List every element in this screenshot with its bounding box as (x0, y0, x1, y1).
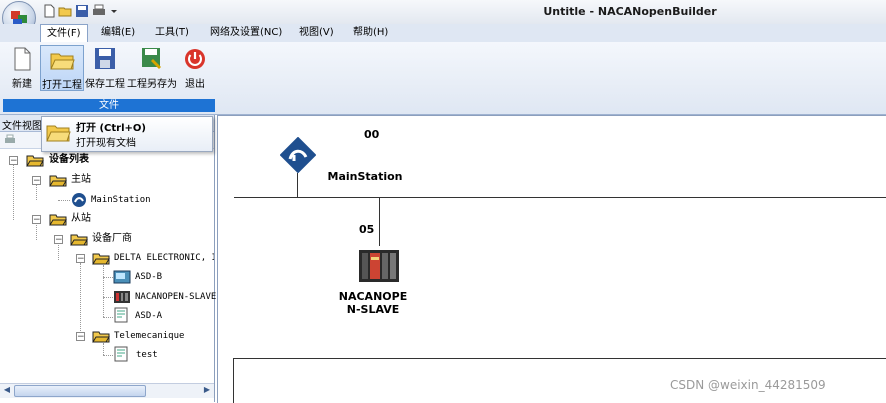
plc-module-icon (114, 291, 130, 303)
tree-item-test[interactable]: test (136, 346, 158, 364)
tab-file[interactable]: 文件(F) (40, 24, 88, 42)
open-folder-icon (50, 53, 75, 70)
open-folder-icon (92, 253, 110, 265)
scroll-left-icon[interactable]: ◀ (1, 384, 13, 396)
tree-expander[interactable]: − (32, 215, 41, 225)
tree-guide (103, 317, 113, 318)
dropdown-arrow-icon[interactable] (110, 4, 118, 18)
tree-guide (58, 200, 70, 201)
open-folder-icon (49, 175, 67, 187)
canopen-master-icon (72, 193, 86, 207)
master-station-label: MainStation (327, 170, 403, 183)
plc-module-icon[interactable] (358, 249, 400, 283)
save-icon[interactable] (75, 4, 89, 18)
open-folder-icon (49, 214, 67, 226)
tab-tools[interactable]: 工具(T) (149, 24, 195, 41)
tree-item-nacanopen-slave[interactable]: NACANOPEN-SLAVE (135, 288, 216, 306)
slave-label-line1: NACANOPE (338, 290, 408, 303)
slave-node-number: 05 (359, 223, 375, 236)
open-folder-icon (70, 234, 88, 246)
tree-item-vendor-telemecanique[interactable]: Telemecanique (114, 327, 184, 345)
panel-title: 文件视图 (2, 121, 42, 132)
tree-item-vendors[interactable]: 设备厂商 (92, 230, 132, 248)
open-folder-icon (92, 331, 110, 343)
tree-expander[interactable]: − (76, 332, 85, 342)
save-as-button[interactable]: 工程另存为 (127, 45, 177, 90)
tree-guide (103, 277, 113, 278)
tree-guide (58, 245, 59, 260)
tab-view[interactable]: 视图(V) (293, 24, 340, 41)
tree-item-device-list[interactable]: 设备列表 (49, 151, 89, 169)
window-title: Untitle - NACANopenBuilder (543, 5, 717, 18)
tree-guide (103, 343, 104, 355)
save-icon (95, 48, 115, 69)
canbus-line (234, 197, 886, 198)
tree-item-asd-b[interactable]: ASD-B (135, 268, 162, 286)
tree-expander[interactable]: − (54, 235, 63, 245)
tree-expander[interactable]: − (9, 156, 18, 166)
power-icon (185, 49, 205, 69)
servo-drive-icon (113, 270, 131, 284)
slave-label-line2: N-SLAVE (346, 303, 400, 316)
tree-item-asd-a[interactable]: ASD-A (135, 307, 162, 325)
tooltip-title: 打开 (Ctrl+O) (76, 123, 146, 134)
new-doc-icon[interactable] (42, 4, 56, 18)
scroll-right-icon[interactable]: ▶ (201, 384, 213, 396)
scrollbar-thumb[interactable] (14, 385, 146, 397)
tree-guide (103, 297, 113, 298)
tree-guide (103, 265, 104, 317)
master-node-number: 00 (364, 128, 380, 141)
print-icon[interactable] (4, 134, 16, 146)
tree-guide (36, 225, 37, 240)
tree-guide (103, 355, 113, 356)
tree-item-vendor-delta[interactable]: DELTA ELECTRONIC, INC. (114, 249, 214, 267)
open-folder-icon (26, 155, 44, 167)
new-button[interactable]: 新建 (6, 45, 38, 90)
tab-edit[interactable]: 编辑(E) (95, 24, 141, 41)
canopen-master-icon[interactable] (280, 137, 316, 173)
tooltip-description: 打开现有文档 (76, 138, 136, 149)
save-as-icon (142, 48, 161, 69)
open-project-button[interactable]: 打开工程 (40, 45, 84, 91)
open-folder-icon (46, 125, 71, 142)
exit-button[interactable]: 退出 (180, 45, 210, 90)
new-file-icon (14, 47, 31, 71)
tab-network-settings[interactable]: 网络及设置(NC) (204, 24, 288, 41)
tree-guide (13, 165, 14, 220)
tree-item-main-station[interactable]: MainStation (91, 191, 151, 209)
tree-item-master[interactable]: 主站 (71, 171, 91, 189)
master-connector (297, 173, 298, 197)
slave-connector (379, 198, 380, 246)
tree-item-slaves[interactable]: 从站 (71, 210, 91, 228)
tree-guide (80, 263, 81, 337)
ribbon-group-label: 文件 (3, 99, 215, 112)
tree-guide (36, 185, 37, 200)
print-icon[interactable] (92, 4, 106, 18)
save-project-button[interactable]: 保存工程 (84, 45, 126, 90)
device-doc-icon (114, 346, 128, 362)
open-folder-icon[interactable] (58, 4, 72, 18)
tree-expander[interactable]: − (32, 176, 41, 186)
device-doc-icon (114, 307, 128, 323)
tree-expander[interactable]: − (76, 254, 85, 264)
tab-help[interactable]: 帮助(H) (347, 24, 394, 41)
watermark: CSDN @weixin_44281509 (670, 378, 826, 392)
